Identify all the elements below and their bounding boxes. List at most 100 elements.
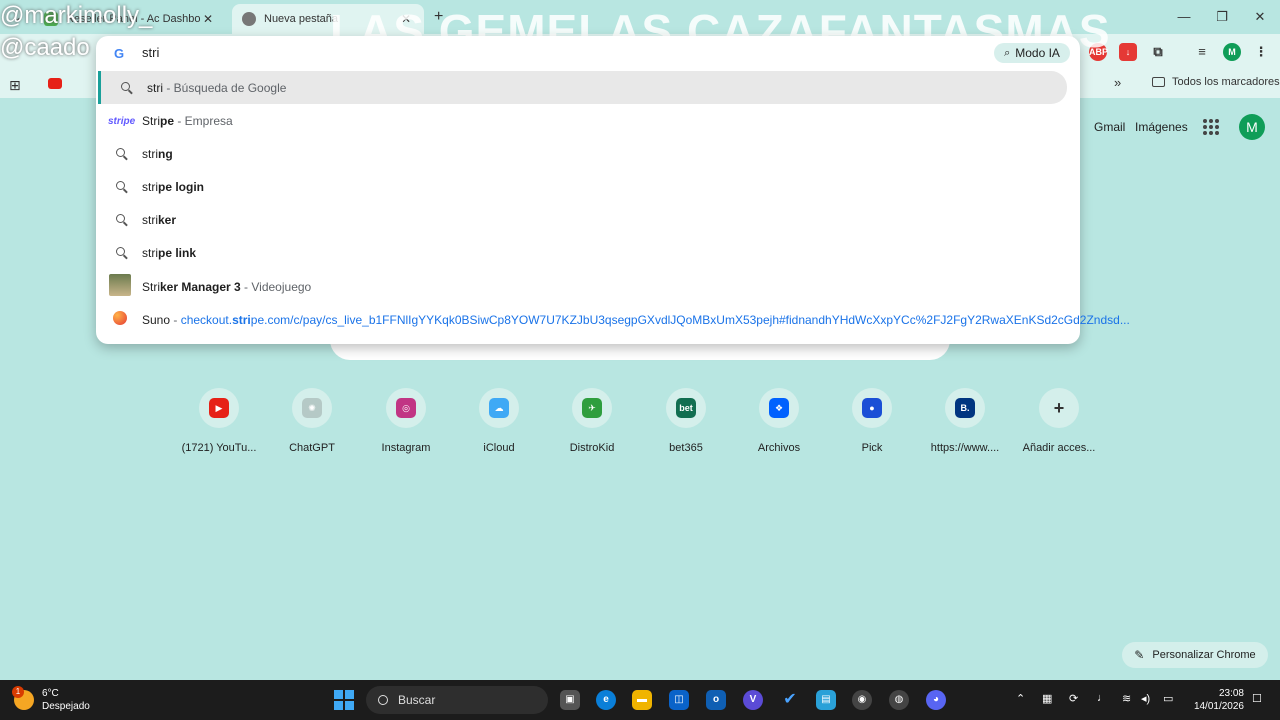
suggestion-text: stri (142, 245, 158, 260)
minimize-button[interactable]: — (1168, 6, 1200, 28)
clock[interactable]: 23:08 14/01/2026 (1188, 687, 1244, 713)
notifications-icon[interactable]: ☐ (1252, 692, 1262, 705)
game-thumbnail-icon (108, 274, 132, 299)
tray-app-icon[interactable]: ▦ (1042, 692, 1052, 705)
shortcut-label: ChatGPT (289, 442, 335, 454)
start-button[interactable] (334, 690, 354, 710)
shortcut-tile[interactable]: ▶ (1721) YouTu... (174, 388, 264, 454)
menu-icon[interactable]: ⋮ (1252, 43, 1270, 61)
more-bookmarks-icon[interactable]: » (1114, 75, 1121, 90)
weather-badge: 1 (12, 686, 24, 698)
search-icon (113, 81, 137, 94)
notepad-icon[interactable]: ▤ (816, 690, 836, 710)
store-icon[interactable]: ◫ (669, 690, 689, 710)
shortcut-tile[interactable]: + Añadir acces... (1014, 388, 1104, 454)
pencil-icon: ✎ (1134, 648, 1145, 662)
youtube-bookmark-icon[interactable] (48, 78, 62, 89)
ai-search-icon: ⌕ (1004, 46, 1011, 59)
todo-icon[interactable]: ✔ (780, 690, 800, 710)
shortcut-tile[interactable]: ✺ ChatGPT (267, 388, 357, 454)
shortcut-label: Añadir acces... (1022, 442, 1096, 454)
battery-icon[interactable]: ▭ (1163, 692, 1173, 705)
shortcut-label: iCloud (483, 442, 515, 454)
add-icon: + (1049, 398, 1069, 418)
chevron-up-icon[interactable]: ⌃ (1016, 692, 1025, 705)
suggestion-item-history[interactable]: Suno - checkout.stripe.com/c/pay/cs_live… (96, 303, 1130, 336)
suggestion-completion: ker Manager 3 (160, 279, 241, 294)
search-icon (108, 180, 132, 193)
shortcut-tile[interactable]: ☁ iCloud (454, 388, 544, 454)
suggestion-completion: ng (158, 146, 173, 161)
suggestion-sub: - Búsqueda de Google (163, 80, 287, 95)
shortcut-circle: bet (666, 388, 706, 428)
file-explorer-icon[interactable]: ▬ (632, 690, 652, 710)
omnibox-row: G ⌕ Modo IA (96, 36, 1080, 70)
gmail-link[interactable]: Gmail (1094, 120, 1125, 134)
suggestion-item[interactable]: string (96, 137, 1080, 170)
chrome-favicon-icon (242, 12, 256, 26)
chatgpt-icon: ✺ (302, 398, 322, 418)
extensions-icon[interactable]: ⧉ (1149, 43, 1167, 61)
omnibox-input[interactable] (142, 45, 542, 60)
sync-icon[interactable]: ⟳ (1069, 692, 1078, 705)
maximize-button[interactable]: ❐ (1206, 6, 1238, 28)
suggestion-item[interactable]: striker (96, 203, 1080, 236)
task-view-icon[interactable]: ▣ (560, 690, 580, 710)
close-window-button[interactable]: ✕ (1244, 6, 1276, 28)
obs-icon[interactable]: ◉ (852, 690, 872, 710)
shortcut-tile[interactable]: ✈ DistroKid (547, 388, 637, 454)
search-icon (108, 147, 132, 160)
mode-ia-button[interactable]: ⌕ Modo IA (994, 43, 1070, 63)
suggestion-item[interactable]: stri - Búsqueda de Google (98, 71, 1067, 104)
suggestion-sub: - Empresa (174, 113, 233, 128)
discord-icon[interactable]: ◕ (926, 690, 946, 710)
volume-icon[interactable]: ◂) (1141, 692, 1150, 705)
download-extension-icon[interactable]: ↓ (1119, 43, 1137, 61)
suggestion-item[interactable]: stripe Stripe - Empresa (96, 104, 1080, 137)
suno-favicon-icon (108, 311, 132, 328)
bet365-icon: bet (676, 398, 696, 418)
wifi-icon[interactable]: ≋ (1122, 692, 1131, 705)
suggestion-text: stri (142, 146, 158, 161)
google-account-avatar[interactable]: M (1239, 114, 1265, 140)
v-app-icon[interactable]: V (743, 690, 763, 710)
shortcut-tile[interactable]: B. https://www.... (920, 388, 1010, 454)
close-tab-icon[interactable]: ✕ (200, 12, 216, 26)
search-icon (378, 695, 388, 705)
suggestion-item[interactable]: stripe link (96, 236, 1080, 269)
customize-chrome-button[interactable]: ✎ Personalizar Chrome (1122, 642, 1268, 668)
shortcut-tile[interactable]: ● Pick (827, 388, 917, 454)
profile-avatar[interactable]: M (1223, 43, 1241, 61)
outlook-icon[interactable]: o (706, 690, 726, 710)
icloud-icon: ☁ (489, 398, 509, 418)
apps-grid-icon[interactable]: ⊞ (9, 77, 21, 94)
images-link[interactable]: Imágenes (1135, 120, 1188, 134)
search-icon (108, 213, 132, 226)
weather-condition: Despejado (42, 701, 90, 712)
edge-icon[interactable]: e (596, 690, 616, 710)
weather-icon: 1 (12, 686, 34, 710)
weather-widget[interactable]: 1 6°C Despejado (12, 686, 90, 713)
shortcut-circle: ❖ (759, 388, 799, 428)
shortcut-circle: ● (852, 388, 892, 428)
suggestion-item[interactable]: stripe login (96, 170, 1080, 203)
weather-temp: 6°C (42, 688, 59, 699)
google-apps-icon[interactable] (1203, 119, 1219, 135)
shortcut-tile[interactable]: ❖ Archivos (734, 388, 824, 454)
pick-icon: ● (862, 398, 882, 418)
shortcut-label: Archivos (757, 442, 801, 454)
taskbar-search[interactable]: Buscar (366, 686, 548, 714)
shortcut-circle: B. (945, 388, 985, 428)
clock-time: 23:08 (1218, 688, 1244, 699)
suggestion-url: checkout.stripe.com/c/pay/cs_live_b1FFNl… (180, 312, 1130, 327)
media-control-icon[interactable]: ≡ (1193, 43, 1211, 61)
distrokid-icon: ✈ (582, 398, 602, 418)
shortcut-tile[interactable]: ◎ Instagram (361, 388, 451, 454)
youtube-icon: ▶ (209, 398, 229, 418)
all-bookmarks-folder[interactable]: Todos los marcadores (1152, 76, 1280, 88)
suggestion-text: stri (147, 80, 163, 95)
chrome-icon[interactable]: ◍ (889, 690, 909, 710)
microphone-icon[interactable]: ♩ (1097, 692, 1108, 704)
suggestion-item[interactable]: Striker Manager 3 - Videojuego (96, 270, 1080, 303)
shortcut-tile[interactable]: bet bet365 (641, 388, 731, 454)
